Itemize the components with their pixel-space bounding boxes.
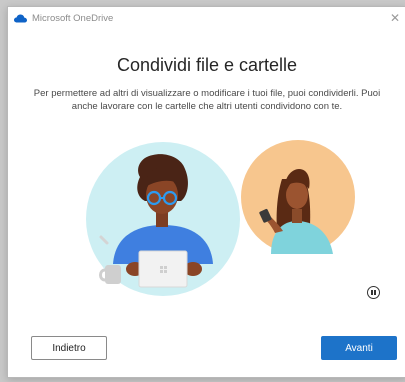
app-title: Microsoft OneDrive: [32, 13, 114, 24]
back-button[interactable]: Indietro: [31, 336, 107, 360]
pause-bar: [371, 290, 373, 295]
onedrive-cloud-icon: [14, 14, 27, 23]
title-bar: Microsoft OneDrive ✕: [8, 7, 405, 31]
pause-bar: [374, 290, 376, 295]
mug: [105, 265, 121, 284]
page-description: Per permettere ad altri di visualizzare …: [33, 88, 381, 112]
close-icon[interactable]: ✕: [390, 10, 400, 26]
pause-icon[interactable]: [367, 286, 380, 299]
onedrive-dialog: Microsoft OneDrive ✕ Condividi file e ca…: [7, 6, 405, 378]
sharing-people-illustration: [86, 140, 355, 296]
next-button[interactable]: Avanti: [321, 336, 397, 360]
page-title: Condividi file e cartelle: [116, 55, 298, 75]
